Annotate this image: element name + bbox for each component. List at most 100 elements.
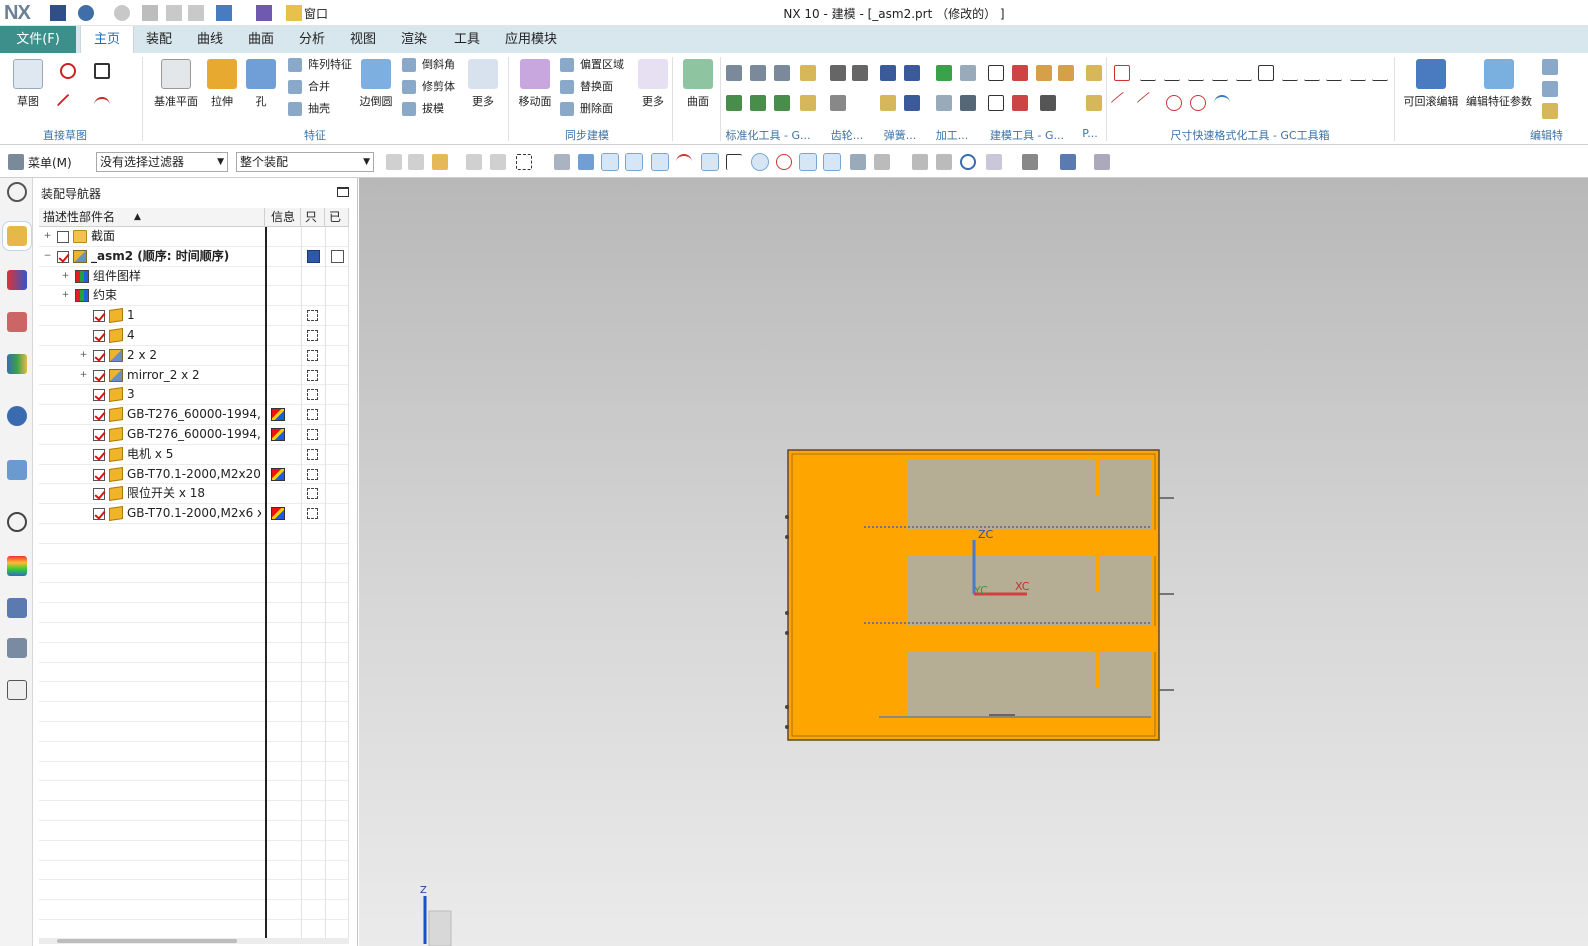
snap-curve-icon[interactable] [676,154,692,170]
information-icon[interactable] [271,408,285,422]
tree-row[interactable]: 限位开关 x 18 [39,484,349,505]
snap-cross-icon[interactable] [799,153,817,171]
expand-toggle-icon[interactable]: − [43,251,52,261]
dimension-icon[interactable] [1114,65,1130,81]
group-machining[interactable]: 加工... [928,127,976,143]
view-zoom-icon[interactable] [936,154,952,170]
dimension-icon[interactable] [1258,65,1274,81]
gear-icon[interactable] [852,65,868,81]
tree-row[interactable]: − _asm2 (顺序: 时间顺序) [39,247,349,267]
select-tool-icon[interactable] [386,154,402,170]
rotate-icon[interactable] [960,154,976,170]
information-icon[interactable] [271,507,285,521]
tab-applications[interactable]: 应用模块 [498,26,564,53]
spring-icon[interactable] [880,65,896,81]
std-tool-icon[interactable] [726,65,742,81]
render-style-icon[interactable] [1022,154,1038,170]
visibility-checkbox[interactable] [57,231,69,243]
tab-assembly[interactable]: 装配 [138,26,180,53]
rectangle-icon[interactable] [94,63,110,79]
horizontal-scrollbar[interactable] [39,938,349,944]
visibility-checkbox[interactable] [93,330,105,342]
dimension-icon[interactable] [1326,65,1342,81]
gear-icon[interactable] [7,182,27,202]
std-tool-icon[interactable] [800,65,816,81]
dimension-icon[interactable] [1188,65,1204,81]
select-tool-icon[interactable] [554,154,570,170]
group-feature[interactable]: 特征 [150,127,480,143]
chamfer-button[interactable]: 倒斜角 [402,56,455,74]
column-header-info[interactable]: 信息 [267,208,301,227]
constraint-navigator-icon[interactable] [7,270,27,290]
system-scene-icon[interactable] [7,638,27,658]
modeling-tool-icon[interactable] [1036,65,1052,81]
selection-filter-dropdown[interactable]: 没有选择过滤器 ▼ [96,152,228,172]
group-p[interactable]: P... [1076,127,1104,140]
tree-row[interactable]: GB-T70.1-2000,M2x20 x ... [39,465,349,485]
tree-row[interactable]: GB-T276_60000-1994,61... [39,405,349,425]
visibility-checkbox[interactable] [93,508,105,521]
box-select-icon[interactable] [516,154,532,170]
edit-feature-params-button[interactable]: 编辑特征参数 [1464,59,1534,109]
visibility-checkbox[interactable] [93,448,105,461]
information-icon[interactable] [271,467,285,481]
section-view-icon[interactable] [1094,154,1110,170]
machining-icon[interactable] [960,65,976,81]
std-tool-icon[interactable] [750,65,766,81]
surface-button[interactable]: 曲面 [680,59,716,109]
expand-toggle-icon[interactable]: + [79,350,88,360]
orient-view-icon[interactable] [986,154,1002,170]
tab-view[interactable]: 视图 [342,26,384,53]
visibility-checkbox[interactable] [93,468,105,481]
std-tool-icon[interactable] [726,95,742,111]
visibility-checkbox[interactable] [93,310,105,323]
select-tool-icon[interactable] [432,154,448,170]
dimension-icon[interactable] [1140,65,1156,81]
group-direct-sketch[interactable]: 直接草图 [0,127,130,143]
machining-icon[interactable] [936,95,952,111]
snap-end-icon[interactable] [625,153,643,171]
more-feature-button[interactable]: 更多 [468,59,498,109]
tab-home[interactable]: 主页 [80,26,134,53]
snap-center-icon[interactable] [751,153,769,171]
std-tool-icon[interactable] [774,65,790,81]
gear-icon[interactable] [830,65,846,81]
select-tool-icon[interactable] [408,154,424,170]
edge-blend-button[interactable]: 边倒圆 [358,59,394,109]
group-spring[interactable]: 弹簧... [874,127,926,143]
reuse-library-icon[interactable] [7,354,27,374]
diameter-icon[interactable] [1166,95,1182,111]
group-modeling-tools[interactable]: 建模工具 - G... [982,127,1072,143]
unite-button[interactable]: 合并 [288,78,330,96]
machining-icon[interactable] [936,65,952,81]
visibility-checkbox[interactable] [93,488,105,501]
tree-row[interactable]: 4 [39,326,349,346]
sketch-button[interactable]: 草图 [10,59,46,109]
visibility-checkbox[interactable] [93,429,105,441]
modeling-tool-icon[interactable] [1012,95,1028,111]
role-icon[interactable] [7,598,27,618]
visibility-checkbox[interactable] [93,369,105,382]
draft-button[interactable]: 拔模 [402,100,444,118]
manual-icon[interactable] [7,680,27,700]
dimension-icon[interactable] [1236,65,1252,81]
more-sync-button[interactable]: 更多 [638,59,668,109]
group-edit-feature[interactable]: 编辑特 [1530,127,1588,143]
expand-toggle-icon[interactable]: + [79,370,88,380]
dimension-icon[interactable] [1110,91,1134,115]
tree-row[interactable]: GB-T70.1-2000,M2x6 x 12 [39,504,349,524]
expand-toggle-icon[interactable]: + [61,291,70,300]
group-dim-tools[interactable]: 尺寸快速格式化工具 - GC工具箱 [1110,127,1390,143]
snap-mid-icon[interactable] [651,153,669,171]
visibility-checkbox[interactable] [93,349,105,362]
move-face-button[interactable]: 移动面 [516,59,554,109]
maximize-icon[interactable] [337,187,349,197]
spring-icon[interactable] [904,65,920,81]
undo-dimension-icon[interactable] [1214,95,1230,111]
p-tool-icon[interactable] [1086,65,1102,81]
part-navigator-icon[interactable] [7,312,27,332]
line-icon[interactable] [56,93,80,117]
information-icon[interactable] [271,428,285,441]
column-header-name[interactable]: 描述性部件名 ▲ [39,208,265,227]
diameter-icon[interactable] [1190,95,1206,111]
